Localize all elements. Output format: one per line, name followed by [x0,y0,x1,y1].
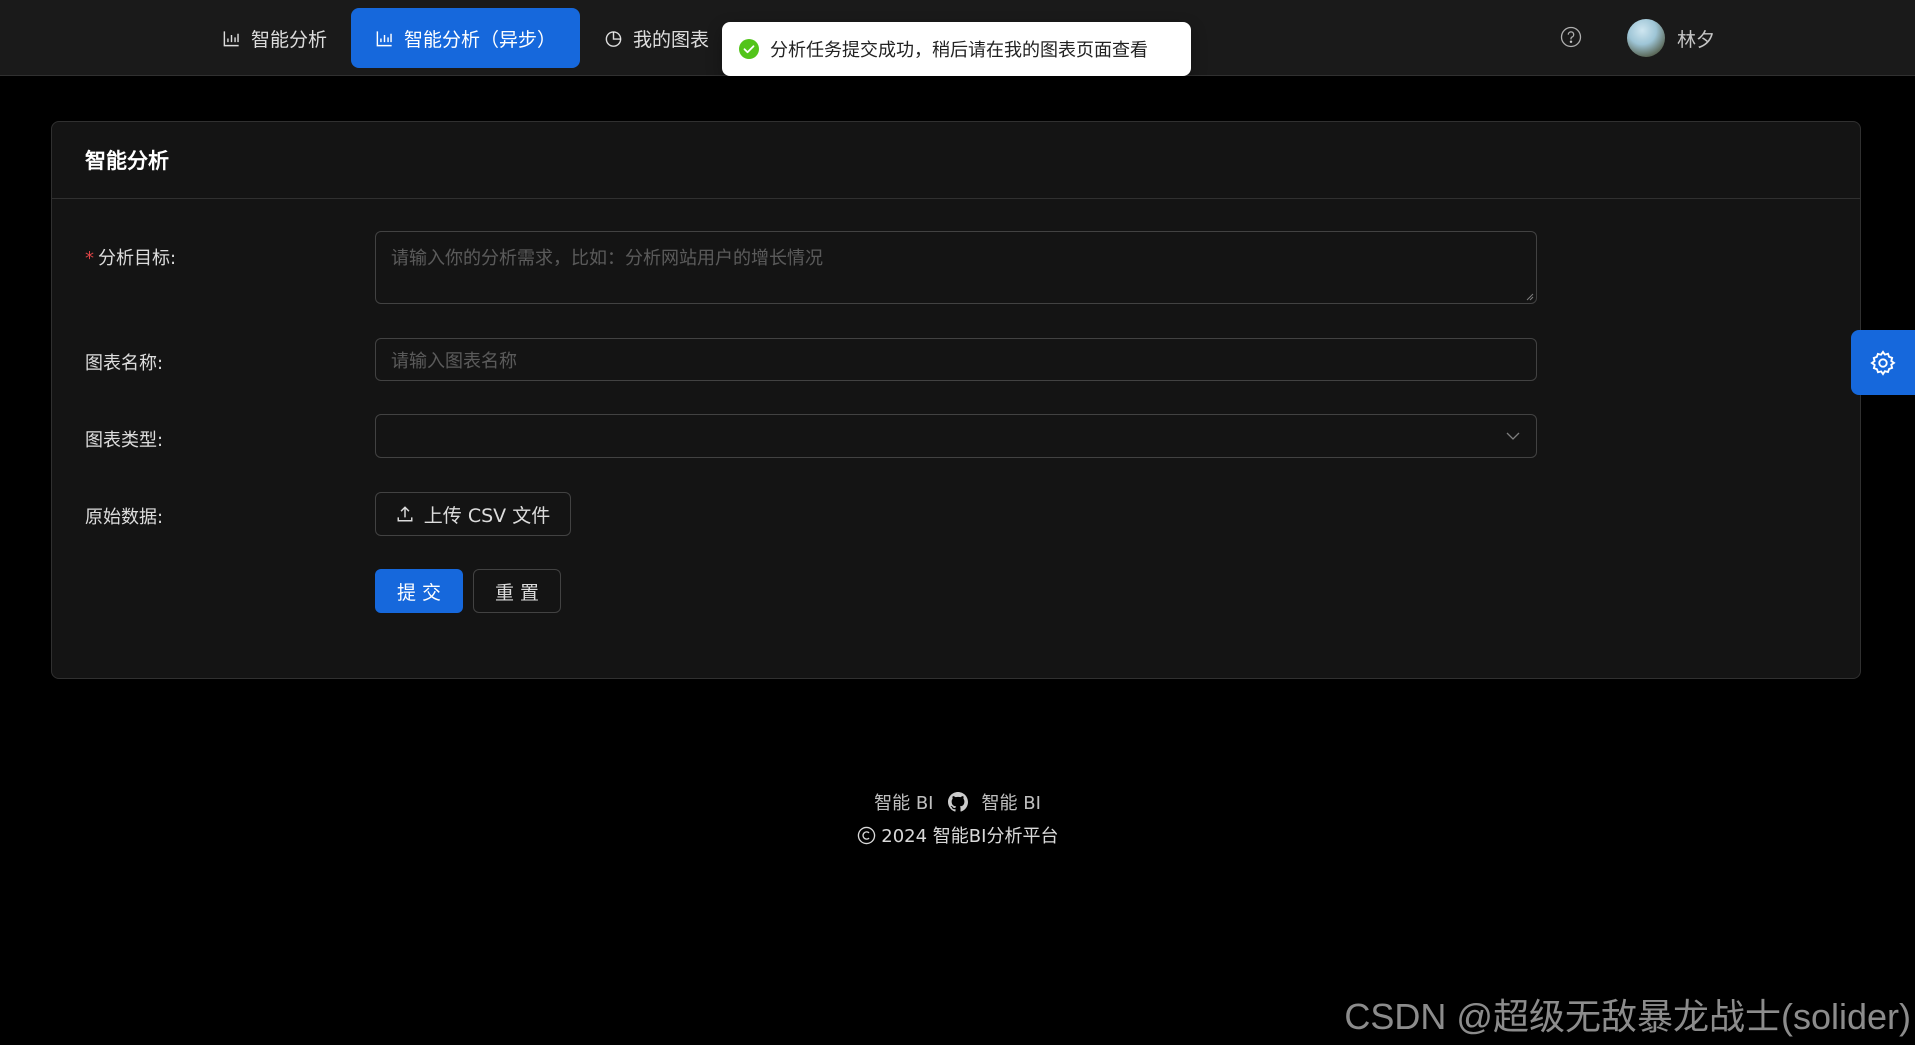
nav-item-label: 我的图表 [633,28,710,51]
goal-placeholder: 请输入你的分析需求，比如：分析网站用户的增长情况 [391,248,823,269]
success-toast: 分析任务提交成功，稍后请在我的图表页面查看 [722,22,1191,76]
check-circle-icon [739,39,759,59]
avatar[interactable] [1627,19,1665,57]
footer-copyright: 2024 智能BI分析平台 [0,822,1915,848]
username: 林夕 [1677,28,1716,51]
settings-drawer-button[interactable] [1851,330,1915,395]
github-icon[interactable] [947,792,968,812]
upload-csv-button[interactable]: 上传 CSV 文件 [375,492,571,536]
chevron-down-icon [1506,432,1520,440]
required-mark: * [85,248,94,269]
chart-name-input[interactable]: 请输入图表名称 [375,338,1537,381]
footer-link-bi-2[interactable]: 智能 BI [982,789,1041,815]
toast-message: 分析任务提交成功，稍后请在我的图表页面查看 [770,40,1148,61]
gear-icon [1870,349,1896,376]
bar-chart-icon [223,30,239,46]
user-menu[interactable]: 林夕 [1627,19,1715,57]
bar-chart-icon [376,30,392,46]
upload-icon [397,506,413,522]
copyright-icon [857,826,875,845]
raw-data-label: 原始数据: [85,507,164,528]
nav-item-smart-analysis[interactable]: 智能分析 [198,8,351,68]
resize-handle-icon[interactable] [1524,291,1534,301]
analysis-form-card: 智能分析 * 分析目标: 请输入你的分析需求，比如：分析网站用户的增长情况 图表名… [51,121,1861,679]
card-title: 智能分析 [52,122,1860,199]
chart-type-select[interactable] [375,414,1537,458]
upload-label: 上传 CSV 文件 [423,504,551,527]
chart-name-placeholder: 请输入图表名称 [391,350,517,372]
nav-item-label: 智能分析（异步） [404,28,557,51]
chart-name-label: 图表名称: [85,353,164,374]
watermark: CSDN @超级无敌暴龙战士(solider) [1344,996,1911,1037]
copyright-text: 2024 智能BI分析平台 [881,826,1059,847]
pie-chart-icon [605,30,622,47]
main-nav: 智能分析 智能分析（异步） 我的图表 [198,8,733,68]
nav-item-label: 智能分析 [251,28,328,51]
footer-links: 智能 BI 智能 BI [0,789,1915,815]
goal-label-text: 分析目标: [98,248,177,269]
nav-item-my-charts[interactable]: 我的图表 [580,8,733,68]
footer-link-bi[interactable]: 智能 BI [874,789,933,815]
submit-button[interactable]: 提 交 [375,569,463,613]
goal-textarea[interactable]: 请输入你的分析需求，比如：分析网站用户的增长情况 [375,231,1537,304]
goal-label: * 分析目标: [85,244,176,270]
chart-type-label: 图表类型: [85,430,164,451]
reset-button[interactable]: 重 置 [473,569,561,613]
question-circle-icon[interactable] [1560,26,1582,48]
nav-item-smart-analysis-async[interactable]: 智能分析（异步） [351,8,581,68]
